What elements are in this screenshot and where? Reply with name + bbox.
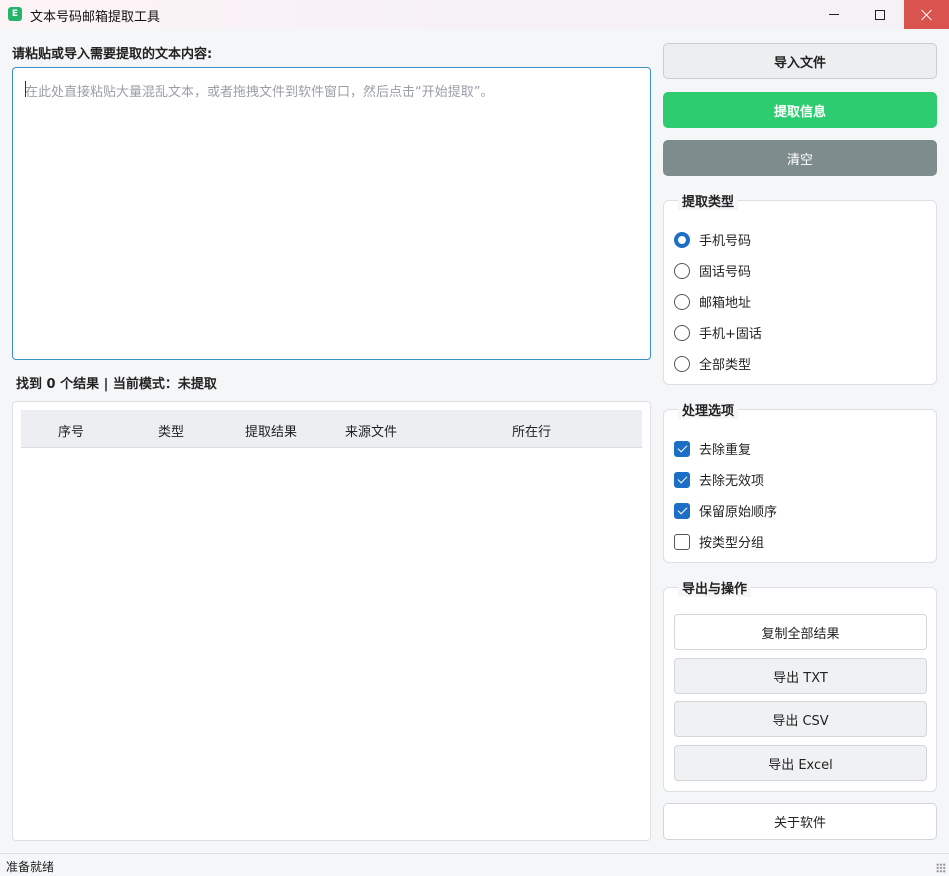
radio-email-indicator[interactable] <box>674 293 690 310</box>
radio-all-types[interactable]: 全部类型 <box>674 354 751 373</box>
checkbox-remove-invalid-label: 去除无效项 <box>699 474 765 489</box>
clear-button[interactable]: 清空 <box>663 140 937 176</box>
window-title: 文本号码邮箱提取工具 <box>30 10 161 25</box>
checkbox-remove-invalid-box[interactable] <box>674 471 690 488</box>
export-txt-button[interactable]: 导出 TXT <box>674 658 927 694</box>
radio-mobile-indicator[interactable] <box>674 231 690 248</box>
export-group: 导出与操作 复制全部结果 导出 TXT 导出 CSV 导出 Excel <box>663 578 937 792</box>
radio-mobile-landline-indicator[interactable] <box>674 324 690 341</box>
column-header-source-file[interactable]: 来源文件 <box>345 421 397 440</box>
process-options-title: 处理选项 <box>678 400 739 419</box>
extract-type-title: 提取类型 <box>678 191 739 210</box>
checkbox-keep-order-label: 保留原始顺序 <box>699 505 778 520</box>
minimize-button[interactable] <box>811 0 856 29</box>
title-bar: E 文本号码邮箱提取工具 <box>0 0 949 29</box>
radio-landline-indicator[interactable] <box>674 262 690 279</box>
radio-mobile[interactable]: 手机号码 <box>674 230 751 249</box>
checkbox-dedupe[interactable]: 去除重复 <box>674 439 751 458</box>
copy-all-button[interactable]: 复制全部结果 <box>674 614 927 650</box>
text-input-placeholder: 在此处直接粘贴大量混乱文本，或者拖拽文件到软件窗口，然后点击“开始提取”。 <box>25 85 494 100</box>
checkbox-remove-invalid[interactable]: 去除无效项 <box>674 470 764 489</box>
maximize-button[interactable] <box>857 0 902 29</box>
export-title: 导出与操作 <box>678 578 752 597</box>
radio-mobile-label: 手机号码 <box>699 234 752 249</box>
extract-button[interactable]: 提取信息 <box>663 92 937 128</box>
radio-landline[interactable]: 固话号码 <box>674 261 751 280</box>
checkbox-group-by-type-box[interactable] <box>674 533 690 550</box>
checkbox-keep-order-box[interactable] <box>674 502 690 519</box>
column-header-result[interactable]: 提取结果 <box>245 421 297 440</box>
maximize-icon <box>874 9 885 20</box>
extract-type-group: 提取类型 手机号码 固话号码 邮箱地址 手机+固话 全部类型 <box>663 191 937 385</box>
radio-landline-label: 固话号码 <box>699 265 752 280</box>
table-header: 序号 类型 提取结果 来源文件 所在行 <box>21 410 642 448</box>
about-button[interactable]: 关于软件 <box>663 803 937 840</box>
column-header-type[interactable]: 类型 <box>158 421 184 440</box>
resize-grip-icon[interactable] <box>936 863 946 873</box>
column-header-index[interactable]: 序号 <box>58 421 84 440</box>
checkbox-dedupe-label: 去除重复 <box>699 443 752 458</box>
checkbox-group-by-type[interactable]: 按类型分组 <box>674 532 764 551</box>
checkbox-group-by-type-label: 按类型分组 <box>699 536 765 551</box>
app-icon: E <box>8 7 22 21</box>
export-excel-button[interactable]: 导出 Excel <box>674 745 927 781</box>
result-summary: 找到 0 个结果 | 当前模式：未提取 <box>16 377 217 392</box>
results-table[interactable]: 序号 类型 提取结果 来源文件 所在行 <box>12 401 651 841</box>
minimize-icon <box>828 14 839 15</box>
radio-email[interactable]: 邮箱地址 <box>674 292 751 311</box>
close-icon <box>921 9 933 21</box>
radio-mobile-landline-label: 手机+固话 <box>699 327 762 342</box>
status-text: 准备就绪 <box>6 860 55 874</box>
checkbox-dedupe-box[interactable] <box>674 440 690 457</box>
radio-all-types-indicator[interactable] <box>674 355 690 372</box>
radio-email-label: 邮箱地址 <box>699 296 752 311</box>
radio-mobile-landline[interactable]: 手机+固话 <box>674 323 762 342</box>
checkbox-keep-order[interactable]: 保留原始顺序 <box>674 501 777 520</box>
text-caret <box>25 81 26 97</box>
process-options-group: 处理选项 去除重复 去除无效项 保留原始顺序 按类型分组 <box>663 400 937 563</box>
radio-all-types-label: 全部类型 <box>699 358 752 373</box>
import-file-button[interactable]: 导入文件 <box>663 43 937 79</box>
text-input-area[interactable]: 在此处直接粘贴大量混乱文本，或者拖拽文件到软件窗口，然后点击“开始提取”。 <box>12 67 651 360</box>
export-csv-button[interactable]: 导出 CSV <box>674 701 927 737</box>
close-button[interactable] <box>904 0 949 29</box>
column-header-line[interactable]: 所在行 <box>512 421 551 440</box>
input-label: 请粘贴或导入需要提取的文本内容: <box>12 47 213 62</box>
status-bar: 准备就绪 <box>0 853 949 876</box>
